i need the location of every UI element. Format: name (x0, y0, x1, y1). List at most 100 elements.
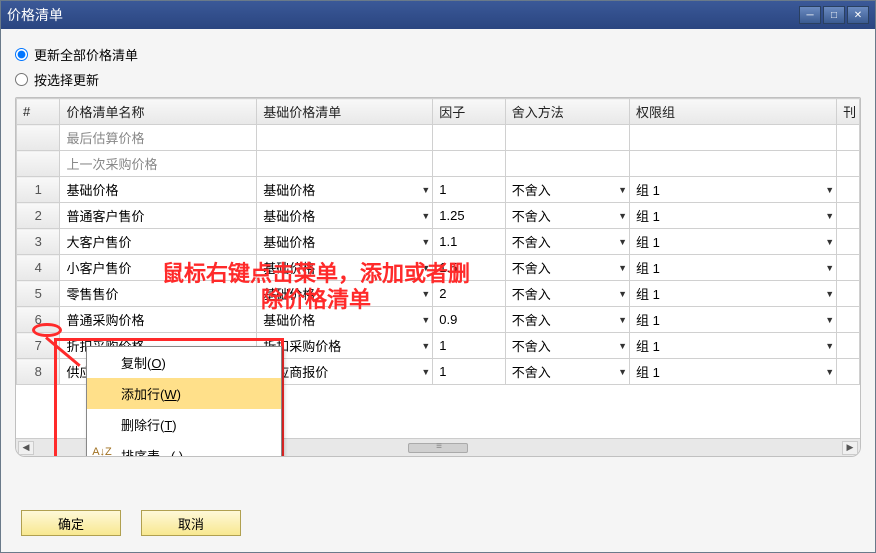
dropdown-icon: ▼ (421, 341, 430, 351)
price-list-table: # 价格清单名称 基础价格清单 因子 舍入方法 权限组 刊 最后估算价格 上一次… (16, 98, 860, 385)
row-header[interactable]: 6 (17, 307, 60, 333)
scroll-right-icon[interactable]: ▶ (842, 441, 858, 455)
dropdown-icon: ▼ (618, 341, 627, 351)
cell-factor[interactable]: 1 (433, 359, 505, 385)
row-header[interactable] (17, 125, 60, 151)
row-header[interactable]: 4 (17, 255, 60, 281)
row-header[interactable]: 3 (17, 229, 60, 255)
cell-name[interactable]: 零售售价 (60, 281, 257, 307)
row-header[interactable]: 5 (17, 281, 60, 307)
scroll-thumb[interactable] (408, 443, 468, 453)
cell-name[interactable]: 最后估算价格 (60, 125, 257, 151)
col-header-num[interactable]: # (17, 99, 60, 125)
cell-round[interactable]: 不舍入▼ (505, 177, 629, 203)
footer-buttons: 确定 取消 (21, 510, 241, 536)
dropdown-icon: ▼ (421, 211, 430, 221)
cell-base[interactable]: 折扣采购价格▼ (257, 333, 433, 359)
cell-factor[interactable]: 1.1 (433, 229, 505, 255)
window-title: 价格清单 (7, 5, 799, 25)
menu-copy[interactable]: 复制(O) (87, 347, 281, 378)
dropdown-icon: ▼ (825, 367, 834, 377)
menu-sort[interactable]: A↓Z排序表...(,) (87, 440, 281, 457)
cell-round[interactable]: 不舍入▼ (505, 359, 629, 385)
row-header[interactable] (17, 151, 60, 177)
minimize-button[interactable]: ─ (799, 6, 821, 24)
col-header-name[interactable]: 价格清单名称 (60, 99, 257, 125)
title-bar: 价格清单 ─ □ ✕ (1, 1, 875, 29)
cell-group[interactable]: 组 1▼ (630, 203, 837, 229)
cell-base[interactable]: 基础价格▼ (257, 229, 433, 255)
cell-name[interactable]: 小客户售价 (60, 255, 257, 281)
cell-base[interactable]: 供应商报价▼ (257, 359, 433, 385)
dropdown-icon: ▼ (618, 289, 627, 299)
update-all-radio[interactable] (15, 48, 28, 61)
cell-group[interactable]: 组 1▼ (630, 255, 837, 281)
cell-group[interactable]: 组 1▼ (630, 229, 837, 255)
row-header[interactable]: 1 (17, 177, 60, 203)
close-button[interactable]: ✕ (847, 6, 869, 24)
dropdown-icon: ▼ (825, 315, 834, 325)
cell-factor[interactable]: 1.25 (433, 203, 505, 229)
dropdown-icon: ▼ (825, 263, 834, 273)
price-list-grid: # 价格清单名称 基础价格清单 因子 舍入方法 权限组 刊 最后估算价格 上一次… (15, 97, 861, 457)
cell-name[interactable]: 大客户售价 (60, 229, 257, 255)
dropdown-icon: ▼ (825, 341, 834, 351)
cell-name[interactable]: 普通采购价格 (60, 307, 257, 333)
cell-group[interactable]: 组 1▼ (630, 333, 837, 359)
col-header-factor[interactable]: 因子 (433, 99, 505, 125)
dropdown-icon: ▼ (421, 367, 430, 377)
cell-round[interactable]: 不舍入▼ (505, 255, 629, 281)
cell-base[interactable]: 基础价格▼ (257, 307, 433, 333)
cell-base[interactable]: 基础价格▼ (257, 177, 433, 203)
context-menu: 复制(O) 添加行(W) 删除行(T) A↓Z排序表...(,) 这是什么？(W… (86, 346, 282, 457)
row-header[interactable]: 2 (17, 203, 60, 229)
cell-factor[interactable]: 2 (433, 281, 505, 307)
menu-add-row[interactable]: 添加行(W) (87, 378, 281, 409)
dialog-window: 价格清单 ─ □ ✕ 更新全部价格清单 按选择更新 # 价格清单名称 基础价格清… (0, 0, 876, 553)
ok-button[interactable]: 确定 (21, 510, 121, 536)
table-row: 4 小客户售价 基础价格▼ 1.5 不舍入▼ 组 1▼ (17, 255, 860, 281)
cell-name[interactable]: 普通客户售价 (60, 203, 257, 229)
cell-round[interactable]: 不舍入▼ (505, 307, 629, 333)
row-header[interactable]: 8 (17, 359, 60, 385)
cell-factor[interactable]: 1 (433, 177, 505, 203)
table-row: 1 基础价格 基础价格▼ 1 不舍入▼ 组 1▼ (17, 177, 860, 203)
cancel-button[interactable]: 取消 (141, 510, 241, 536)
cell-round[interactable]: 不舍入▼ (505, 203, 629, 229)
dropdown-icon: ▼ (825, 211, 834, 221)
dropdown-icon: ▼ (618, 263, 627, 273)
dropdown-icon: ▼ (421, 289, 430, 299)
update-selected-label: 按选择更新 (34, 70, 99, 89)
maximize-button[interactable]: □ (823, 6, 845, 24)
cell-group[interactable]: 组 1▼ (630, 281, 837, 307)
update-all-label: 更新全部价格清单 (34, 45, 138, 64)
dropdown-icon: ▼ (421, 315, 430, 325)
cell-group[interactable]: 组 1▼ (630, 177, 837, 203)
dropdown-icon: ▼ (825, 237, 834, 247)
col-header-end[interactable]: 刊 (837, 99, 860, 125)
cell-name[interactable]: 基础价格 (60, 177, 257, 203)
cell-factor[interactable]: 0.9 (433, 307, 505, 333)
cell-factor[interactable]: 1.5 (433, 255, 505, 281)
cell-round[interactable]: 不舍入▼ (505, 281, 629, 307)
cell-group[interactable]: 组 1▼ (630, 359, 837, 385)
cell-group[interactable]: 组 1▼ (630, 307, 837, 333)
dropdown-icon: ▼ (618, 237, 627, 247)
table-row: 6 普通采购价格 基础价格▼ 0.9 不舍入▼ 组 1▼ (17, 307, 860, 333)
cell-base[interactable]: 基础价格▼ (257, 203, 433, 229)
cell-base[interactable]: 基础价格▼ (257, 281, 433, 307)
update-selected-radio[interactable] (15, 73, 28, 86)
cell-round[interactable]: 不舍入▼ (505, 333, 629, 359)
col-header-round[interactable]: 舍入方法 (505, 99, 629, 125)
table-row: 5 零售售价 基础价格▼ 2 不舍入▼ 组 1▼ (17, 281, 860, 307)
cell-round[interactable]: 不舍入▼ (505, 229, 629, 255)
scroll-left-icon[interactable]: ◀ (18, 441, 34, 455)
col-header-base[interactable]: 基础价格清单 (257, 99, 433, 125)
cell-base[interactable]: 基础价格▼ (257, 255, 433, 281)
cell-name[interactable]: 上一次采购价格 (60, 151, 257, 177)
table-row: 2 普通客户售价 基础价格▼ 1.25 不舍入▼ 组 1▼ (17, 203, 860, 229)
cell-factor[interactable]: 1 (433, 333, 505, 359)
row-header[interactable]: 7 (17, 333, 60, 359)
col-header-group[interactable]: 权限组 (630, 99, 837, 125)
menu-delete-row[interactable]: 删除行(T) (87, 409, 281, 440)
